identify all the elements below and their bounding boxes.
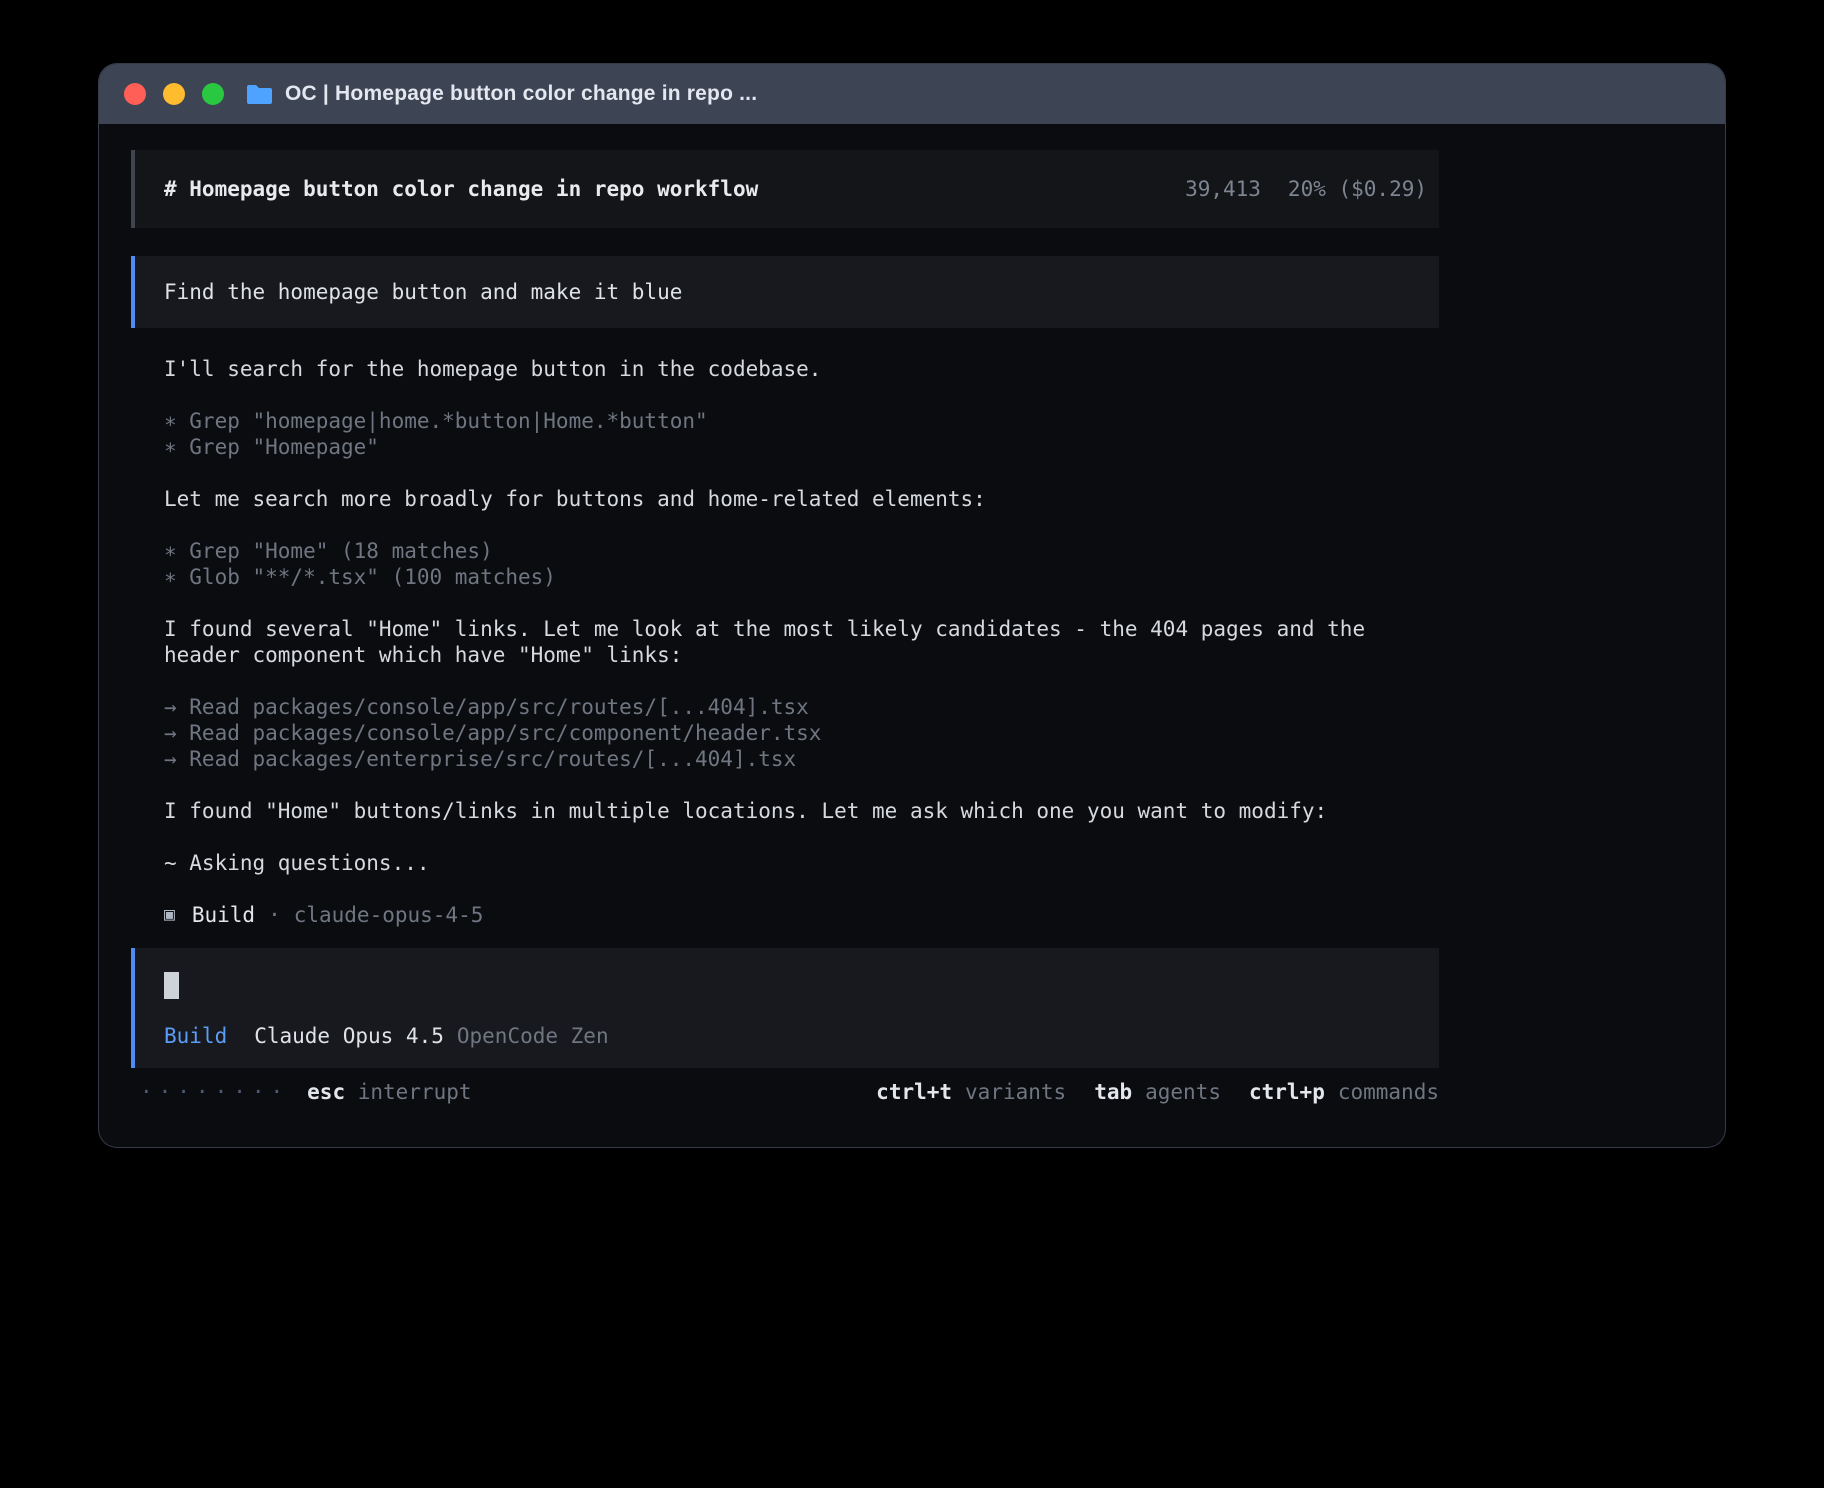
interrupt-hint: esc interrupt: [307, 1080, 471, 1104]
assistant-text: I found "Home" buttons/links in multiple…: [164, 798, 1439, 824]
separator: ·: [268, 902, 281, 928]
esc-label: interrupt: [358, 1080, 472, 1104]
session-header: # Homepage button color change in repo w…: [131, 150, 1439, 228]
model-label: Claude Opus 4.5: [254, 1024, 444, 1048]
agent-status-line: ▣ Build · claude-opus-4-5: [164, 902, 1439, 928]
agent-mode-label: Build: [164, 1024, 227, 1048]
shortcut-hint: tab agents: [1094, 1080, 1221, 1104]
folder-icon: [246, 83, 273, 105]
window-titlebar[interactable]: OC | Homepage button color change in rep…: [99, 64, 1725, 124]
session-title: # Homepage button color change in repo w…: [164, 177, 758, 201]
user-message-text: Find the homepage button and make it blu…: [164, 280, 682, 304]
shortcut-hint: ctrl+t variants: [876, 1080, 1066, 1104]
text-cursor: [164, 972, 179, 999]
session-stats: 39,413 20% ($0.29): [1185, 177, 1427, 201]
assistant-text: ~ Asking questions...: [164, 850, 1439, 876]
tool-calls: ∗ Grep "homepage|home.*button|Home.*butt…: [164, 408, 1439, 460]
progress-dots: ········: [140, 1080, 289, 1104]
shortcut-label: variants: [965, 1080, 1066, 1104]
shortcut-hints: ctrl+t variants tab agents ctrl+p commands: [876, 1080, 1439, 1104]
minimize-button[interactable]: [163, 83, 185, 105]
shortcut-key: tab: [1094, 1080, 1132, 1104]
shortcut-label: commands: [1338, 1080, 1439, 1104]
tool-calls: → Read packages/console/app/src/routes/[…: [164, 694, 1439, 772]
esc-key: esc: [307, 1080, 345, 1104]
agent-model: claude-opus-4-5: [294, 902, 484, 928]
agent-name: Build: [192, 902, 255, 928]
conversation: I'll search for the homepage button in t…: [164, 356, 1439, 928]
input-meta: Build Claude Opus 4.5 OpenCode Zen: [164, 1024, 1410, 1048]
close-button[interactable]: [124, 83, 146, 105]
status-left: ········ esc interrupt: [140, 1080, 472, 1104]
tool-call-line: ∗ Glob "**/*.tsx" (100 matches): [164, 564, 1439, 590]
traffic-lights: [113, 83, 224, 105]
tool-call-line: → Read packages/console/app/src/componen…: [164, 720, 1439, 746]
shortcut-key: ctrl+p: [1249, 1080, 1325, 1104]
assistant-text: I'll search for the homepage button in t…: [164, 356, 1439, 382]
tool-call-line: ∗ Grep "Home" (18 matches): [164, 538, 1439, 564]
tool-call-line: ∗ Grep "homepage|home.*button|Home.*butt…: [164, 408, 1439, 434]
assistant-text: Let me search more broadly for buttons a…: [164, 486, 1439, 512]
token-count: 39,413: [1185, 177, 1261, 201]
tool-calls: ∗ Grep "Home" (18 matches)∗ Glob "**/*.t…: [164, 538, 1439, 590]
provider-label: OpenCode Zen: [457, 1024, 609, 1048]
user-message: Find the homepage button and make it blu…: [131, 256, 1439, 328]
prompt-input[interactable]: Build Claude Opus 4.5 OpenCode Zen: [131, 948, 1439, 1068]
agent-icon: ▣: [164, 902, 175, 928]
assistant-text: I found several "Home" links. Let me loo…: [164, 616, 1439, 668]
tool-call-line: → Read packages/console/app/src/routes/[…: [164, 694, 1439, 720]
tool-call-line: → Read packages/enterprise/src/routes/[.…: [164, 746, 1439, 772]
terminal-content: # Homepage button color change in repo w…: [99, 124, 1725, 1104]
shortcut-hint: ctrl+p commands: [1249, 1080, 1439, 1104]
zoom-button[interactable]: [202, 83, 224, 105]
context-usage: 20% ($0.29): [1288, 177, 1427, 201]
shortcut-key: ctrl+t: [876, 1080, 952, 1104]
window-title: OC | Homepage button color change in rep…: [285, 82, 757, 106]
terminal-window: OC | Homepage button color change in rep…: [99, 64, 1725, 1147]
status-bar: ········ esc interrupt ctrl+t variants tab…: [131, 1080, 1439, 1104]
shortcut-label: agents: [1145, 1080, 1221, 1104]
tool-call-line: ∗ Grep "Homepage": [164, 434, 1439, 460]
